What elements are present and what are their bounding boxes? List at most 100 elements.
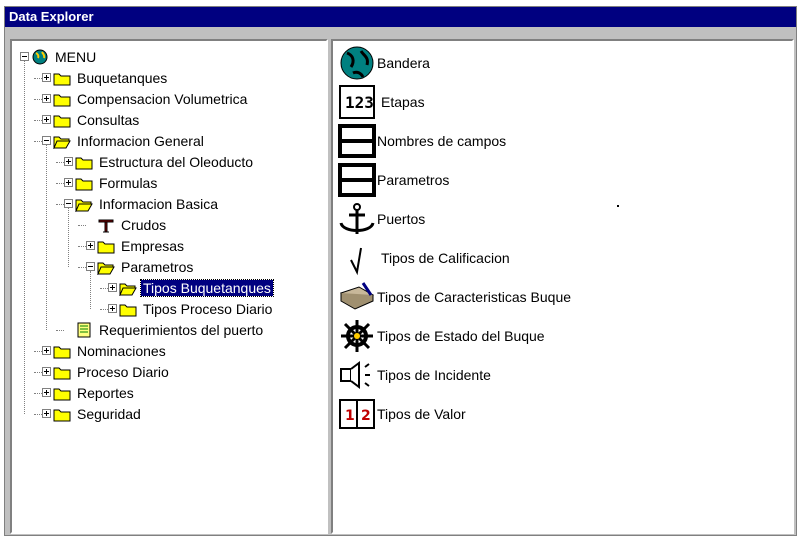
- tree-node-label[interactable]: Nominaciones: [75, 343, 168, 359]
- document-icon: [75, 322, 93, 338]
- list-item[interactable]: Tipos de Incidente: [337, 357, 491, 393]
- tree-node[interactable]: Estructura del Oleoducto: [64, 152, 255, 171]
- tree-node-label[interactable]: Estructura del Oleoducto: [97, 154, 255, 170]
- tree-node[interactable]: Nominaciones: [42, 341, 168, 360]
- tree-node-label[interactable]: Parametros: [119, 259, 195, 275]
- tree-node-label[interactable]: Tipos Proceso Diario: [141, 301, 274, 317]
- list-item-label: Tipos de Calificacion: [381, 250, 510, 266]
- collapse-icon[interactable]: [86, 262, 95, 271]
- list-item-label: Tipos de Incidente: [377, 367, 491, 383]
- list-item[interactable]: Tipos de Caracteristicas Buque: [337, 279, 571, 315]
- list-item-label: Tipos de Valor: [377, 406, 466, 422]
- list-item[interactable]: Puertos: [337, 201, 425, 237]
- list-item[interactable]: Bandera: [337, 45, 430, 81]
- tree-node[interactable]: Tipos Buquetanques: [108, 278, 274, 297]
- tree-pane[interactable]: MENU Buquetanques Compensacion Volumetrica…: [10, 39, 328, 534]
- tree-line: [24, 61, 25, 414]
- tree-node-label[interactable]: Compensacion Volumetrica: [75, 91, 249, 107]
- tree-node-label[interactable]: Consultas: [75, 112, 141, 128]
- list-item-label: Tipos de Estado del Buque: [377, 328, 545, 344]
- tree-line: [34, 78, 42, 79]
- expand-icon[interactable]: [42, 346, 51, 355]
- tree-node[interactable]: Requerimientos del puerto: [64, 320, 265, 339]
- tree-node[interactable]: Empresas: [86, 236, 186, 255]
- tree-node-label[interactable]: Buquetanques: [75, 70, 169, 86]
- tree-node-label[interactable]: Informacion General: [75, 133, 206, 149]
- globe-icon: [337, 45, 377, 81]
- folder-icon: [119, 301, 137, 317]
- expand-icon[interactable]: [108, 304, 117, 313]
- tree-line: [90, 271, 91, 309]
- tree-node-label[interactable]: Requerimientos del puerto: [97, 322, 265, 338]
- tree-node-label[interactable]: Informacion Basica: [97, 196, 220, 212]
- folder-icon: [53, 343, 71, 359]
- collapse-icon[interactable]: [20, 52, 29, 61]
- expand-icon[interactable]: [64, 178, 73, 187]
- tree-node-label[interactable]: Formulas: [97, 175, 159, 191]
- list-item-label: Tipos de Caracteristicas Buque: [377, 289, 572, 305]
- tree-node[interactable]: Parametros: [86, 257, 195, 276]
- book-pen-icon: [337, 279, 377, 315]
- folder-icon: [75, 175, 93, 191]
- globe-icon: [31, 49, 49, 65]
- tree-line: [100, 288, 108, 289]
- folder-icon: [53, 91, 71, 107]
- list-item[interactable]: Parametros: [337, 162, 449, 198]
- list-item-label: Bandera: [377, 55, 430, 71]
- tree-node[interactable]: Crudos: [86, 215, 168, 234]
- svg-text:123: 123: [345, 93, 374, 112]
- book-12-icon: 12: [337, 396, 377, 432]
- list-pane[interactable]: Bandera 123 Etapas Nombres de campos Paramet…: [331, 39, 794, 534]
- expand-icon[interactable]: [42, 388, 51, 397]
- tree-node[interactable]: Seguridad: [42, 404, 143, 423]
- folder-icon: [53, 112, 71, 128]
- tree-node[interactable]: Formulas: [64, 173, 159, 192]
- tree-line: [78, 225, 86, 226]
- tree-node[interactable]: Reportes: [42, 383, 136, 402]
- tree-node[interactable]: Proceso Diario: [42, 362, 171, 381]
- expand-icon[interactable]: [42, 409, 51, 418]
- expand-icon[interactable]: [42, 367, 51, 376]
- list-item[interactable]: Nombres de campos: [337, 123, 506, 159]
- folder-icon: [53, 385, 71, 401]
- tree-node[interactable]: Consultas: [42, 110, 141, 129]
- tree-line: [46, 145, 47, 330]
- tree-node-label[interactable]: Tipos Buquetanques: [140, 278, 274, 297]
- checkmark-icon: [337, 240, 377, 276]
- numbers-123-icon: 123: [337, 84, 377, 120]
- table-icon: [337, 162, 377, 198]
- expand-icon[interactable]: [108, 283, 117, 292]
- tree-node[interactable]: Informacion Basica: [64, 194, 220, 213]
- tree-node-label[interactable]: Empresas: [119, 238, 186, 254]
- folder-icon: [53, 364, 71, 380]
- collapse-icon[interactable]: [42, 136, 51, 145]
- collapse-icon[interactable]: [64, 199, 73, 208]
- tree-node-label[interactable]: Proceso Diario: [75, 364, 171, 380]
- expand-icon[interactable]: [86, 241, 95, 250]
- svg-text:2: 2: [361, 408, 371, 424]
- list-item[interactable]: 123 Etapas: [337, 84, 425, 120]
- ship-wheel-icon: [337, 318, 377, 354]
- list-item[interactable]: 1 2 Tipos de Valor: [337, 396, 466, 432]
- tree-node[interactable]: MENU: [20, 47, 98, 66]
- expand-icon[interactable]: [42, 115, 51, 124]
- tree-node-label[interactable]: Seguridad: [75, 406, 143, 422]
- list-item[interactable]: Tipos de Calificacion: [337, 240, 510, 276]
- tree-node-label[interactable]: MENU: [53, 49, 98, 65]
- data-explorer-window: Data Explorer MENU Buquetanques Compensaci…: [4, 6, 797, 536]
- tree-node-label[interactable]: Crudos: [119, 217, 168, 233]
- tree-node[interactable]: Informacion General: [42, 131, 206, 150]
- tree-line: [56, 330, 64, 331]
- expand-icon[interactable]: [42, 94, 51, 103]
- tree-node[interactable]: Compensacion Volumetrica: [42, 89, 249, 108]
- tree-node[interactable]: Buquetanques: [42, 68, 169, 87]
- list-item-label: Parametros: [377, 172, 450, 188]
- expand-icon[interactable]: [42, 73, 51, 82]
- tree-view: MENU Buquetanques Compensacion Volumetrica…: [12, 41, 326, 532]
- tree-line: [34, 393, 42, 394]
- tree-node[interactable]: Tipos Proceso Diario: [108, 299, 274, 318]
- tree-node-label[interactable]: Reportes: [75, 385, 136, 401]
- expand-icon[interactable]: [64, 157, 73, 166]
- tree-line: [100, 309, 108, 310]
- list-item[interactable]: Tipos de Estado del Buque: [337, 318, 545, 354]
